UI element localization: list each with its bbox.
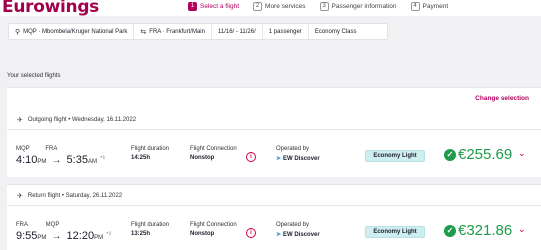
to-code: MQP — [45, 222, 60, 228]
eurowings-logo[interactable]: Eurowings — [2, 0, 99, 17]
operator-name: EW Discover — [283, 156, 320, 162]
arrow-right-icon: → — [51, 231, 62, 242]
step-payment[interactable]: 4 Payment — [410, 2, 449, 11]
airport-codes: MQP FRA — [16, 146, 57, 152]
arrival-suffix: AM — [87, 159, 97, 165]
step-select-flight[interactable]: 1 Select a flight — [188, 2, 239, 11]
duration-value: 14:25h — [131, 155, 151, 161]
checkmark-icon: ✓ — [444, 225, 456, 237]
flight-price: €255.69 — [458, 146, 513, 163]
arrow-right-icon: → — [51, 155, 62, 166]
departure-time: 9:55 — [16, 230, 38, 242]
search-icon: ⚲ — [15, 28, 21, 36]
flight-row: FRA MQP 9:55PM → 12:20PM +1 Flight durat… — [7, 222, 541, 248]
selected-flights-heading: Your selected flights — [7, 73, 61, 79]
connection-label: Flight Connection — [190, 222, 237, 228]
day-offset: +1 — [106, 230, 112, 236]
plane-landing-icon: ✈ — [17, 193, 23, 200]
step-number: 2 — [253, 2, 263, 11]
outgoing-flight-card: Change selection ✈ Outgoing flight • Wed… — [7, 87, 541, 177]
dates-field[interactable]: 11/16/ - 11/26/ — [212, 24, 263, 39]
day-offset: +1 — [100, 154, 106, 160]
flight-price: €321.86 — [458, 222, 513, 239]
info-icon[interactable]: i — [246, 152, 256, 162]
flight-heading: ✈ Return flight • Saturday, 26.11.2022 — [17, 192, 122, 200]
fare-badge: Economy Light — [365, 150, 425, 162]
chevron-down-icon[interactable]: ⌄ — [518, 148, 526, 159]
return-flight-card: ✈ Return flight • Saturday, 26.11.2022 F… — [7, 184, 541, 250]
operator-name: EW Discover — [283, 232, 320, 238]
divider — [7, 205, 541, 206]
passengers-field[interactable]: 1 passenger — [263, 24, 309, 39]
flight-heading-text: Outgoing flight • Wednesday, 16.11.2022 — [27, 117, 137, 123]
duration-value: 13:25h — [131, 231, 151, 237]
duration-label: Flight duration — [131, 146, 170, 152]
connection-value: Nonstop — [190, 155, 215, 161]
departure-suffix: PM — [37, 235, 47, 241]
swap-icon[interactable]: ⇆ — [140, 28, 146, 36]
cabin-value: Economy Class — [314, 28, 357, 35]
step-more-services[interactable]: 2 More services — [253, 2, 306, 11]
connection-label: Flight Connection — [190, 146, 237, 152]
fare-badge: Economy Light — [365, 226, 425, 238]
connection-value: Nonstop — [190, 231, 215, 237]
dates-value: 11/16/ - 11/26/ — [217, 28, 256, 35]
booking-steps: 1 Select a flight 2 More services 3 Pass… — [188, 2, 462, 11]
change-selection-link[interactable]: Change selection — [475, 95, 529, 102]
duration-label: Flight duration — [131, 222, 170, 228]
origin-field[interactable]: ⚲ MQP · Mbombela/Kruger National Park — [9, 24, 135, 39]
flight-heading-text: Return flight • Saturday, 26.11.2022 — [27, 193, 123, 199]
step-number: 3 — [319, 2, 329, 11]
arrival-suffix: PM — [94, 235, 104, 241]
from-code: FRA — [16, 222, 28, 228]
plane-takeoff-icon: ✈ — [17, 117, 23, 124]
top-bar: Eurowings 1 Select a flight 2 More servi… — [0, 0, 541, 17]
step-label: Passenger information — [331, 3, 397, 10]
step-label: Select a flight — [200, 3, 240, 10]
checkmark-icon: ✓ — [444, 149, 456, 161]
departure-time: 4:10 — [16, 154, 38, 166]
operator-logo-icon: ➤ — [276, 156, 282, 162]
chevron-down-icon[interactable]: ⌄ — [518, 224, 526, 235]
operator-logo-icon: ➤ — [276, 232, 282, 238]
flight-heading: ✈ Outgoing flight • Wednesday, 16.11.202… — [17, 116, 136, 124]
operator-value: ➤ EW Discover — [276, 155, 320, 162]
flight-times: 4:10PM → 5:35AM +1 — [16, 154, 105, 166]
step-number: 4 — [410, 2, 420, 11]
step-label: More services — [265, 3, 306, 10]
flight-times: 9:55PM → 12:20PM +1 — [16, 230, 111, 242]
from-code: MQP — [16, 146, 30, 152]
step-passenger-information[interactable]: 3 Passenger information — [319, 2, 397, 11]
destination-field[interactable]: ⇆ FRA · Frankfurt/Main — [134, 24, 212, 39]
departure-suffix: PM — [37, 159, 47, 165]
search-summary-bar[interactable]: ⚲ MQP · Mbombela/Kruger National Park ⇆ … — [8, 23, 388, 40]
passengers-value: 1 passenger — [268, 28, 302, 35]
origin-value: MQP · Mbombela/Kruger National Park — [23, 28, 128, 35]
arrival-time: 5:35 — [66, 154, 88, 166]
cabin-field[interactable]: Economy Class — [309, 24, 363, 39]
arrival-time: 12:20 — [66, 230, 95, 242]
flight-row: MQP FRA 4:10PM → 5:35AM +1 Flight durati… — [7, 146, 541, 172]
step-label: Payment — [422, 3, 449, 10]
operator-value: ➤ EW Discover — [276, 231, 320, 238]
step-number: 1 — [188, 2, 197, 11]
airport-codes: FRA MQP — [16, 222, 59, 228]
divider — [7, 129, 541, 130]
destination-value: FRA · Frankfurt/Main — [149, 28, 205, 35]
info-icon[interactable]: i — [246, 228, 256, 238]
to-code: FRA — [45, 146, 58, 152]
operated-label: Operated by — [276, 222, 310, 228]
operated-label: Operated by — [276, 146, 310, 152]
